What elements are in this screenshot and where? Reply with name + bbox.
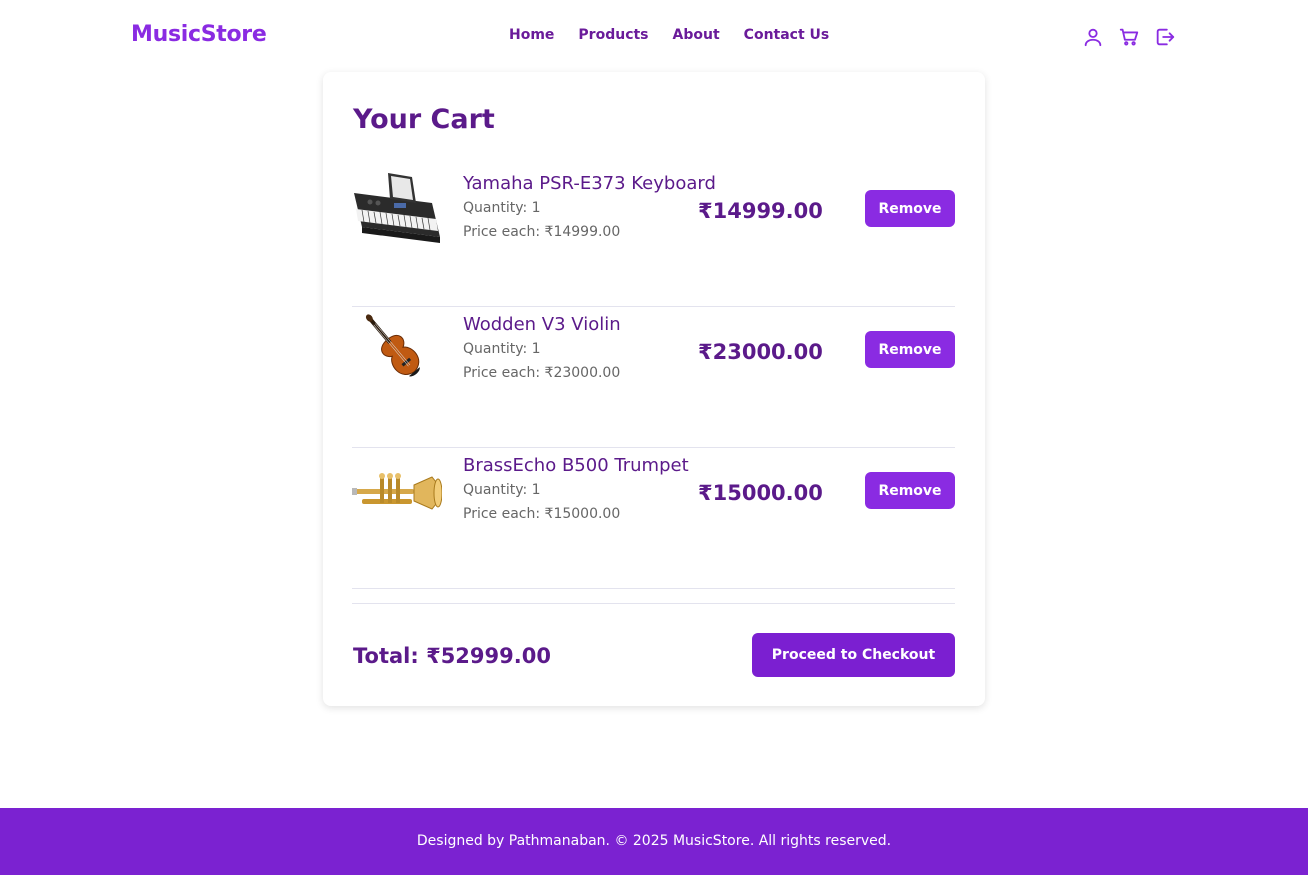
cart-card: Your Cart Yamaha PSR-E373 Keyboard Quant… — [323, 72, 985, 706]
item-quantity: Quantity: 1 — [463, 482, 541, 498]
navbar: MusicStore Home Products About Contact U… — [0, 0, 1308, 72]
item-quantity: Quantity: 1 — [463, 341, 541, 357]
cart-item: BrassEcho B500 Trumpet Quantity: 1 Price… — [352, 447, 955, 589]
item-subtotal: ₹14999.00 — [698, 199, 823, 223]
cart-item: Wodden V3 Violin Quantity: 1 Price each:… — [352, 306, 955, 448]
nav-icons — [1082, 26, 1176, 48]
cart-icon[interactable] — [1118, 26, 1140, 48]
item-info: Wodden V3 Violin Quantity: 1 Price each:… — [463, 306, 621, 389]
logout-icon[interactable] — [1154, 26, 1176, 48]
item-price-each: Price each: ₹23000.00 — [463, 365, 621, 381]
item-price-each: Price each: ₹15000.00 — [463, 506, 621, 522]
footer: Designed by Pathmanaban. © 2025 MusicSto… — [0, 808, 1308, 875]
item-price-each: Price each: ₹14999.00 — [463, 224, 621, 240]
checkout-button[interactable]: Proceed to Checkout — [752, 633, 955, 677]
remove-button[interactable]: Remove — [865, 190, 955, 227]
item-name: BrassEcho B500 Trumpet — [463, 455, 689, 476]
item-name: Yamaha PSR-E373 Keyboard — [463, 173, 716, 194]
item-info: Yamaha PSR-E373 Keyboard Quantity: 1 Pri… — [463, 165, 716, 248]
cart-item: Yamaha PSR-E373 Keyboard Quantity: 1 Pri… — [352, 165, 955, 307]
footer-text: Designed by Pathmanaban. © 2025 MusicSto… — [416, 833, 892, 849]
violin-image — [352, 306, 442, 396]
item-info: BrassEcho B500 Trumpet Quantity: 1 Price… — [463, 447, 689, 530]
remove-button[interactable]: Remove — [865, 331, 955, 368]
item-name: Wodden V3 Violin — [463, 314, 621, 335]
item-subtotal: ₹23000.00 — [698, 340, 823, 364]
nav-links: Home Products About Contact Us — [509, 27, 853, 43]
nav-link-products[interactable]: Products — [578, 27, 648, 43]
item-quantity: Quantity: 1 — [463, 200, 541, 216]
cart-total: Total: ₹52999.00 — [353, 644, 551, 668]
remove-button[interactable]: Remove — [865, 472, 955, 509]
nav-link-home[interactable]: Home — [509, 27, 554, 43]
nav-link-about[interactable]: About — [673, 27, 720, 43]
item-subtotal: ₹15000.00 — [698, 481, 823, 505]
summary-divider — [352, 603, 955, 604]
brand-logo[interactable]: MusicStore — [131, 22, 267, 47]
trumpet-image — [352, 447, 443, 537]
cart-title: Your Cart — [353, 104, 495, 135]
user-icon[interactable] — [1082, 26, 1104, 48]
keyboard-image — [352, 165, 442, 255]
nav-link-contact-us[interactable]: Contact Us — [744, 27, 830, 43]
